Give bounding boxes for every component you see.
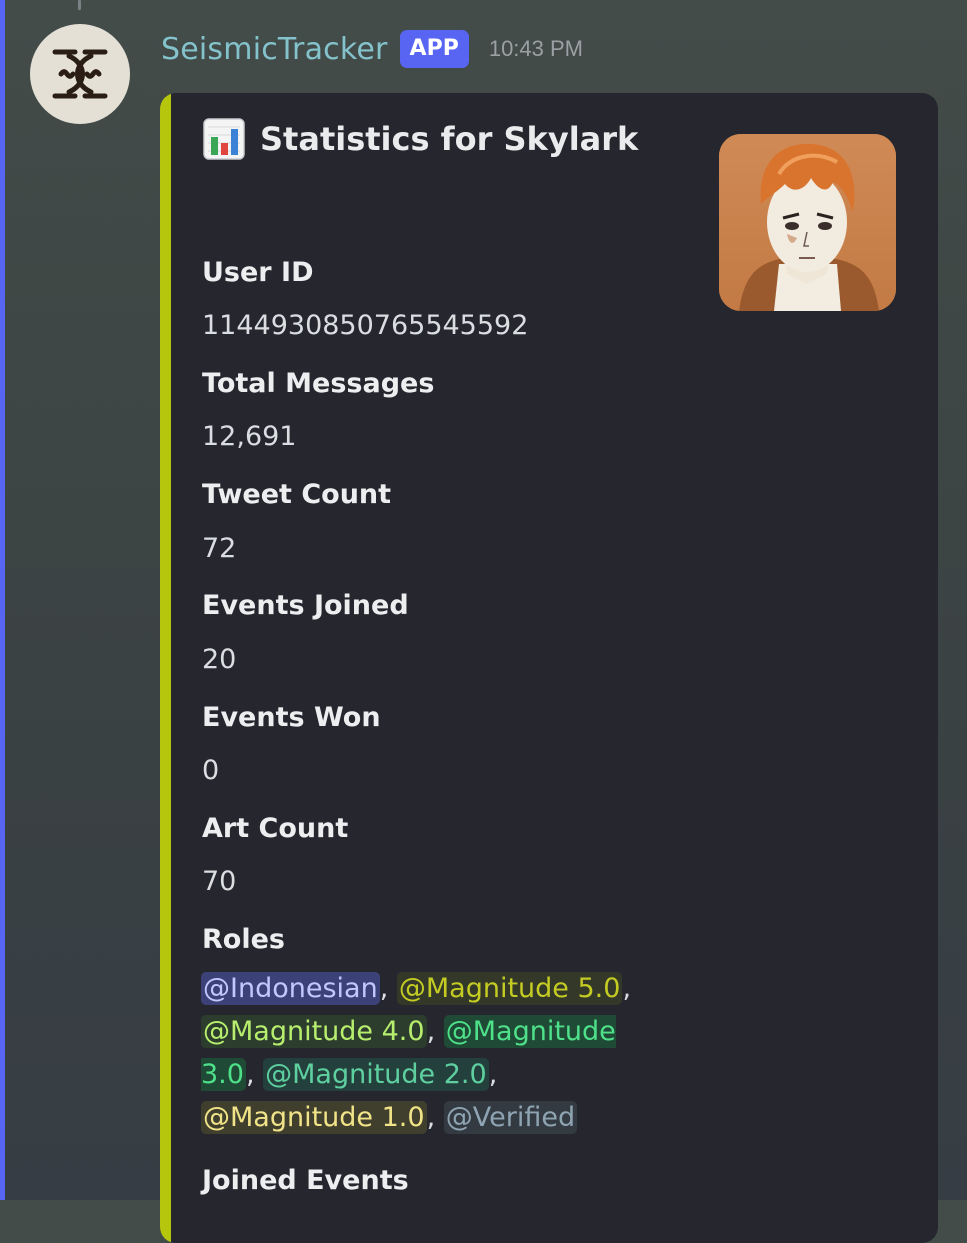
role-mention-magnitude-5[interactable]: @Magnitude 5.0	[396, 972, 623, 1005]
role-mention-verified[interactable]: @Verified	[443, 1101, 578, 1134]
field-tweet-count-name: Tweet Count	[202, 479, 392, 510]
unread-accent-bar	[0, 0, 5, 1200]
field-total-messages-name: Total Messages	[202, 368, 435, 399]
bot-name[interactable]: SeismicTracker	[161, 32, 388, 67]
embed-title: Statistics for Skylark	[202, 117, 638, 161]
reply-line	[78, 0, 81, 10]
role-mention-magnitude-4[interactable]: @Magnitude 4.0	[201, 1015, 427, 1048]
user-avatar-thumbnail[interactable]	[719, 134, 896, 311]
bar-chart-icon	[203, 118, 245, 160]
field-events-joined-name: Events Joined	[202, 590, 409, 621]
message-header: SeismicTracker APP 10:43 PM	[161, 26, 583, 72]
roles-list: @Indonesian, @Magnitude 5.0, @Magnitude 4…	[201, 972, 632, 1134]
field-events-won-value: 0	[202, 755, 220, 786]
role-mention-magnitude-1[interactable]: @Magnitude 1.0	[201, 1101, 427, 1134]
role-mention-indonesian[interactable]: @Indonesian	[201, 972, 380, 1005]
embed-accent-bar	[160, 93, 171, 1243]
role-mention-magnitude-2[interactable]: @Magnitude 2.0	[263, 1058, 489, 1091]
field-events-won-name: Events Won	[202, 702, 381, 733]
field-roles-name: Roles	[202, 924, 285, 955]
anime-portrait-icon	[719, 134, 896, 311]
seismic-logo-icon	[52, 49, 108, 99]
bot-avatar[interactable]	[30, 24, 130, 124]
field-art-count-value: 70	[202, 866, 237, 897]
field-total-messages-value: 12,691	[202, 421, 297, 452]
field-art-count-name: Art Count	[202, 813, 349, 844]
message-timestamp[interactable]: 10:43 PM	[489, 36, 583, 62]
field-user-id-value: 1144930850765545592	[202, 310, 529, 341]
embed-title-text: Statistics for Skylark	[260, 120, 639, 158]
field-joined-events-name: Joined Events	[202, 1165, 409, 1196]
field-tweet-count-value: 72	[202, 533, 237, 564]
stats-embed: Statistics for Skylark User ID 114493085…	[160, 93, 938, 1243]
app-badge: APP	[399, 30, 469, 68]
field-events-joined-value: 20	[202, 644, 237, 675]
field-user-id-name: User ID	[202, 257, 314, 288]
